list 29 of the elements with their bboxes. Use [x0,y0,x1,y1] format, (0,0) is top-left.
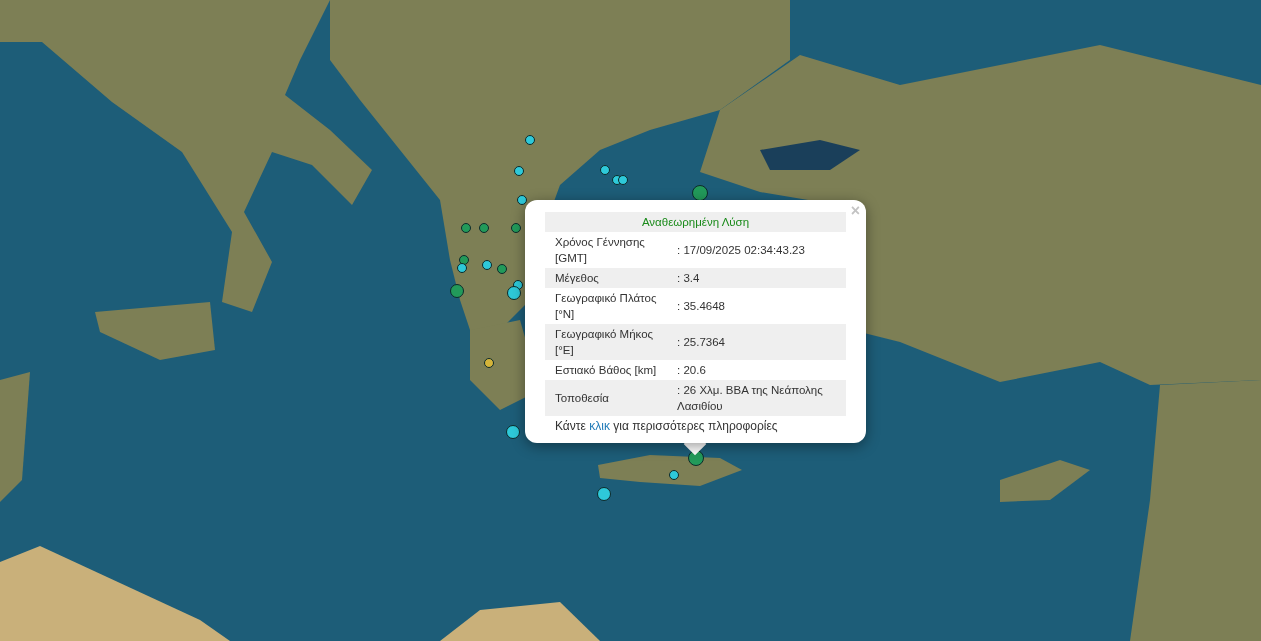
field-value: : 35.4648 [677,288,846,324]
earthquake-marker[interactable] [669,470,679,480]
earthquake-marker[interactable] [600,165,610,175]
earthquake-marker[interactable] [618,175,628,185]
field-label: Μέγεθος [545,268,677,288]
satellite-map-drawing[interactable] [0,0,1261,641]
field-value: : 25.7364 [677,324,846,360]
field-label: Χρόνος Γέννησης [GMT] [545,232,677,268]
earthquake-marker[interactable] [525,135,535,145]
popup-title: Αναθεωρημένη Λύση [545,212,846,232]
field-value: : 3.4 [677,268,846,288]
earthquake-marker[interactable] [517,195,527,205]
click-link[interactable]: κλικ [589,419,610,433]
field-label: Γεωγραφικό Πλάτος [°N] [545,288,677,324]
earthquake-marker[interactable] [461,223,471,233]
earthquake-marker[interactable] [497,264,507,274]
field-label: Εστιακό Βάθος [km] [545,360,677,380]
field-value: : 20.6 [677,360,846,380]
earthquake-marker[interactable] [479,223,489,233]
earthquake-marker[interactable] [514,166,524,176]
more-info-text: Κάντε κλικ για περισσότερες πληροφορίες [554,418,779,433]
field-value: : 26 Χλμ. ΒΒΑ της Νεάπολης Λασιθίου [677,380,846,416]
field-label: Τοποθεσία [545,380,677,416]
earthquake-marker[interactable] [511,223,521,233]
field-value: : 17/09/2025 02:34:43.23 [677,232,846,268]
earthquake-marker[interactable] [484,358,494,368]
field-label: Γεωγραφικό Μήκος [°E] [545,324,677,360]
earthquake-marker[interactable] [457,263,467,273]
earthquake-marker[interactable] [482,260,492,270]
